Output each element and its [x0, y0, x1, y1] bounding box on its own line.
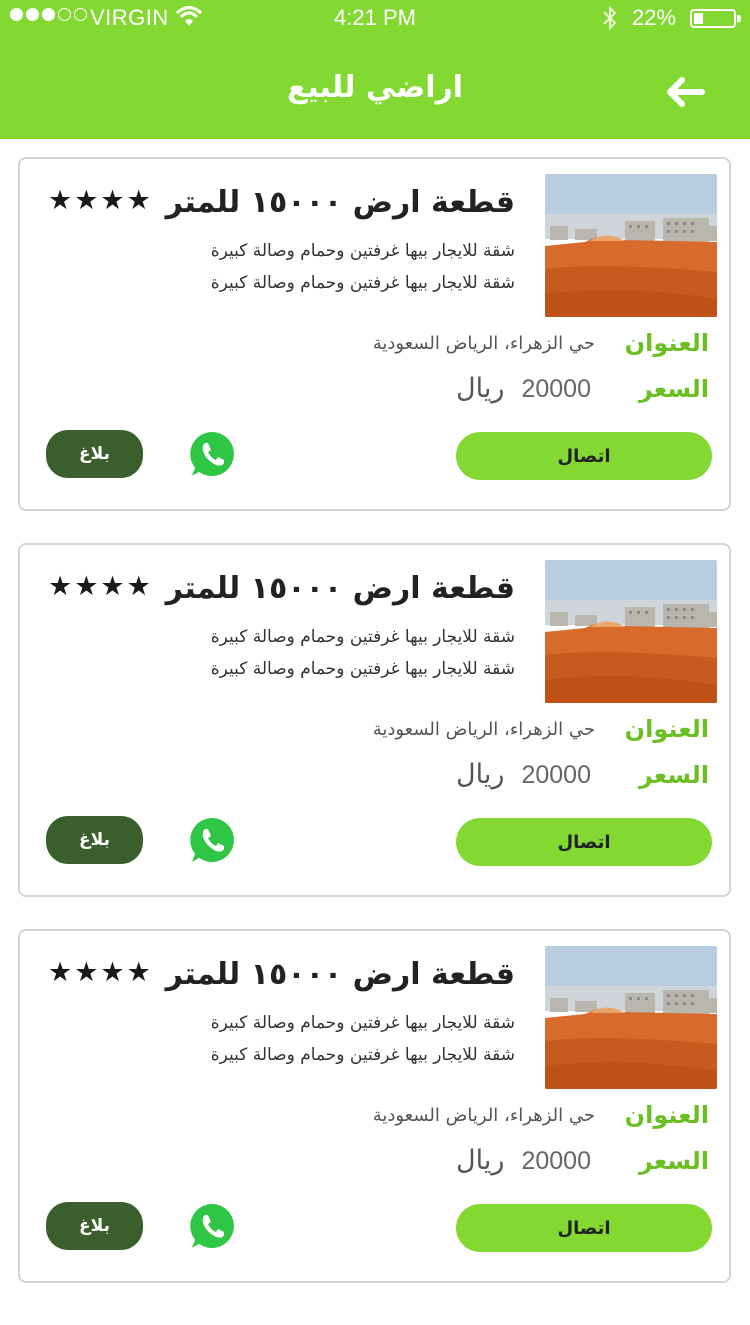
- listing-card[interactable]: قطعة ارض ١٥٠٠٠ للمتر ★★★★ شقة للايجار بي…: [18, 543, 731, 897]
- listing-description-line: شقة للايجار بيها غرفتين وحمام وصالة كبير…: [210, 659, 515, 679]
- land-photo: [545, 946, 717, 1089]
- currency-label: ريال: [456, 373, 505, 404]
- currency-label: ريال: [456, 1145, 505, 1176]
- price-value: 20000: [521, 761, 591, 789]
- listing-description-line: شقة للايجار بيها غرفتين وحمام وصالة كبير…: [210, 1013, 515, 1033]
- address-label: العنوان: [624, 329, 709, 357]
- status-bar: VIRGIN 4:21 PM 22%: [0, 0, 750, 36]
- price-label: السعر: [638, 761, 709, 789]
- price-value: 20000: [521, 375, 591, 403]
- address-value: حي الزهراء، الرياض السعودية: [372, 719, 595, 740]
- listing-title: قطعة ارض ١٥٠٠٠ للمتر: [165, 185, 515, 220]
- listing-description-line: شقة للايجار بيها غرفتين وحمام وصالة كبير…: [210, 1045, 515, 1065]
- battery-tip: [737, 15, 741, 22]
- rating-stars[interactable]: ★★★★: [48, 957, 153, 988]
- report-button[interactable]: بلاغ: [46, 1202, 143, 1250]
- listing-description-line: شقة للايجار بيها غرفتين وحمام وصالة كبير…: [210, 627, 515, 647]
- address-label: العنوان: [624, 1101, 709, 1129]
- price-label: السعر: [638, 375, 709, 403]
- whatsapp-icon[interactable]: [185, 1199, 241, 1255]
- address-value: حي الزهراء، الرياض السعودية: [372, 1105, 595, 1126]
- listing-description-line: شقة للايجار بيها غرفتين وحمام وصالة كبير…: [210, 273, 515, 293]
- rating-stars[interactable]: ★★★★: [48, 185, 153, 216]
- contact-button[interactable]: اتصال: [456, 818, 712, 866]
- price-label: السعر: [638, 1147, 709, 1175]
- currency-label: ريال: [456, 759, 505, 790]
- whatsapp-icon[interactable]: [185, 813, 241, 869]
- report-button[interactable]: بلاغ: [46, 816, 143, 864]
- price-value: 20000: [521, 1147, 591, 1175]
- listing-card[interactable]: قطعة ارض ١٥٠٠٠ للمتر ★★★★ شقة للايجار بي…: [18, 157, 731, 511]
- listing-card[interactable]: قطعة ارض ١٥٠٠٠ للمتر ★★★★ شقة للايجار بي…: [18, 929, 731, 1283]
- land-photo: [545, 560, 717, 703]
- land-photo: [545, 174, 717, 317]
- contact-button[interactable]: اتصال: [456, 432, 712, 480]
- app-header: VIRGIN 4:21 PM 22% اراضي للبيع: [0, 0, 750, 139]
- listing-title: قطعة ارض ١٥٠٠٠ للمتر: [165, 957, 515, 992]
- listing-title: قطعة ارض ١٥٠٠٠ للمتر: [165, 571, 515, 606]
- back-arrow-icon[interactable]: [660, 72, 710, 112]
- address-value: حي الزهراء، الرياض السعودية: [372, 333, 595, 354]
- address-label: العنوان: [624, 715, 709, 743]
- battery-percent: 22%: [632, 5, 677, 30]
- rating-stars[interactable]: ★★★★: [48, 571, 153, 602]
- battery-icon: [690, 9, 736, 28]
- whatsapp-icon[interactable]: [185, 427, 241, 483]
- contact-button[interactable]: اتصال: [456, 1204, 712, 1252]
- bluetooth-icon: [603, 5, 617, 31]
- battery-fill: [694, 13, 703, 24]
- report-button[interactable]: بلاغ: [46, 430, 143, 478]
- listing-description-line: شقة للايجار بيها غرفتين وحمام وصالة كبير…: [210, 241, 515, 261]
- page-title: اراضي للبيع: [286, 70, 464, 105]
